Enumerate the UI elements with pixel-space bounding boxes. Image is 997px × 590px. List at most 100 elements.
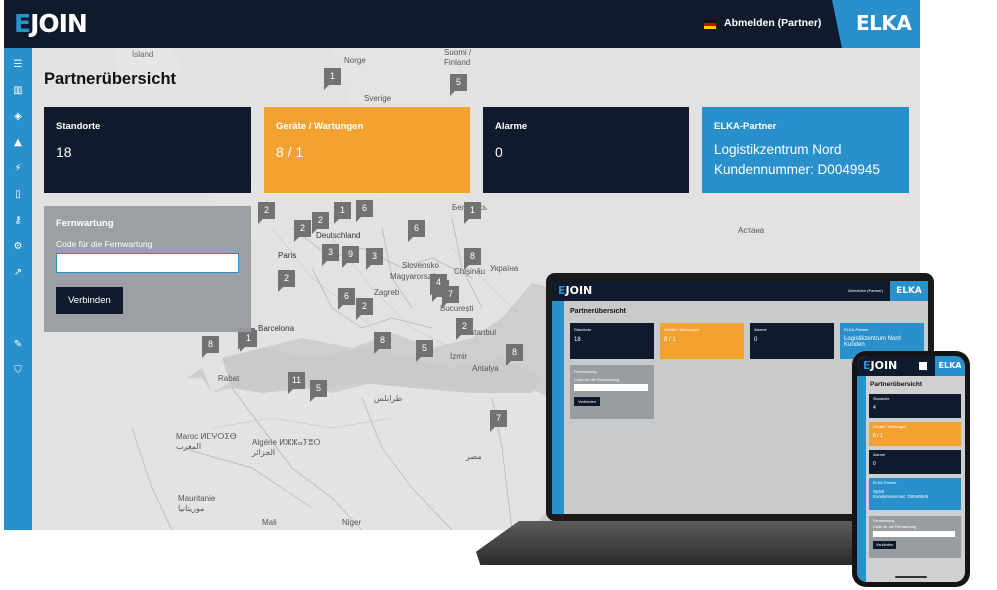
map-marker[interactable]: 2 [356,298,373,320]
card-locations[interactable]: Standorte 18 [44,107,251,193]
flash-icon[interactable]: ⚡ [11,162,25,176]
phone-card-partner[interactable]: ELKA-Partner SySS Kundennummer: D0049945 [869,478,961,510]
map-label: Mauritanie موريتانيا [178,494,216,513]
layers-icon[interactable]: ◈ [11,110,25,124]
partner-name: Logistikzentrum Nord [714,142,842,157]
connect-button[interactable]: Verbinden [574,397,601,406]
laptop-card-devices[interactable]: Geräte / Wartungen 8 / 1 [660,323,744,359]
remote-field-label: Code für die Fernwartung [873,525,917,529]
map-marker[interactable]: 3 [322,244,339,266]
edit-icon[interactable]: ✎ [11,338,25,352]
ejoin-logo[interactable]: EJOIN [14,9,88,38]
map-marker[interactable]: 8 [202,336,219,358]
map-marker[interactable]: 1 [324,68,341,90]
map-marker[interactable]: 2 [312,212,329,234]
remote-field-label: Code für die Fernwartung [56,239,153,249]
shield-icon[interactable]: ⛉ [11,364,25,378]
map-label: طرابلس [374,394,403,403]
sidebar: ☰ ▥ ◈ ▲ ⚡ ▯ ⚷ ⚙ ↗ ✎ ⛉ [4,48,32,530]
card-label: ELKA-Partner [844,327,869,332]
map-marker[interactable]: 8 [374,332,391,354]
card-sub: Kunden [844,342,865,348]
laptop-elka-logo: ELKA [890,281,928,301]
product-showcase: Ísland Norge Suomi / Finland Sverige Бел… [0,0,997,590]
phone-device: EJOIN ELKA Partnerübersicht Standorte 4 G… [852,351,970,587]
phone-screen: EJOIN ELKA Partnerübersicht Standorte 4 G… [857,356,965,582]
map-marker[interactable]: 1 [334,202,351,224]
map-marker[interactable]: 6 [356,200,373,222]
gear-icon[interactable]: ⚙ [11,240,25,254]
map-label: Algérie ⵍⵣⵣⴰⵢⴻⵔ الجزائر [252,438,321,457]
map-marker[interactable]: 5 [416,340,433,362]
map-marker[interactable]: 6 [338,288,355,310]
map-marker[interactable]: 1 [240,330,257,352]
logo-e: E [14,9,31,38]
phone-menu-icon[interactable] [919,362,927,370]
map-marker[interactable]: 5 [310,380,327,402]
map-marker[interactable]: 6 [408,220,425,242]
map-marker[interactable]: 2 [294,220,311,242]
map-marker[interactable]: 7 [490,410,507,432]
logout-link[interactable]: Abmelden (Partner) [724,17,821,29]
card-label: Standorte [574,327,592,332]
logo-e: E [558,284,566,297]
map-label: Астана [738,226,765,235]
elka-logo: ELKA [832,0,920,48]
map-marker[interactable]: 9 [342,246,359,268]
key-icon[interactable]: ⚷ [11,214,25,228]
card-label: Alarme [495,121,528,132]
logo-text: JOIN [565,284,593,297]
laptop-title: Partnerübersicht [570,308,627,315]
card-label: Geräte / Wartungen [276,121,364,132]
alarm-icon[interactable]: ▲ [11,136,25,150]
map-label: Suomi / Finland [444,48,472,67]
phone-card-devices[interactable]: Geräte / Wartungen 8 / 1 [869,422,961,446]
map-icon[interactable]: ▥ [11,84,25,98]
card-label: ELKA-Partner [714,121,777,132]
map-marker[interactable]: 11 [288,372,305,394]
device-icon[interactable]: ▯ [11,188,25,202]
logo-text: JOIN [30,9,88,38]
map-marker[interactable]: 7 [442,286,459,308]
laptop-topbar: EJOIN Abmelden (Partner) ELKA [552,281,928,301]
phone-card-locations[interactable]: Standorte 4 [869,394,961,418]
remote-title: Fernwartung [574,369,597,374]
map-label: Slovensko [402,261,439,270]
map-marker[interactable]: 2 [278,270,295,292]
laptop-remote-panel: Fernwartung Code für die Fernwartung Ver… [570,365,654,419]
remote-code-input[interactable] [56,253,239,273]
phone-elka-logo: ELKA [935,356,965,376]
phone-card-alarms[interactable]: Alarme 0 [869,450,961,474]
laptop-card-alarms[interactable]: Alarme 0 [750,323,834,359]
map-label: Norge [344,56,366,65]
map-marker[interactable]: 8 [464,248,481,270]
laptop-logout[interactable]: Abmelden (Partner) [848,288,883,293]
card-devices[interactable]: Geräte / Wartungen 8 / 1 [264,107,470,193]
external-link-icon[interactable]: ↗ [11,266,25,280]
map-marker[interactable]: 5 [450,74,467,96]
map-label: Chișinău [454,267,486,276]
map-marker[interactable]: 2 [258,202,275,224]
german-flag-icon[interactable] [704,20,716,29]
card-partner[interactable]: ELKA-Partner Logistikzentrum Nord Kunden… [702,107,909,193]
outline-icon[interactable]: ☰ [11,58,25,72]
map-marker[interactable]: 2 [456,318,473,340]
card-value: 18 [56,144,72,160]
map-marker[interactable]: 8 [506,344,523,366]
connect-button[interactable]: Verbinden [873,541,897,549]
map-label: Mali [262,518,277,527]
logo-e: E [863,359,871,372]
card-label: Geräte / Wartungen [873,425,907,429]
remote-code-input[interactable] [574,384,648,391]
map-label: Niger [342,518,362,527]
map-marker[interactable]: 1 [464,202,481,224]
card-value: 4 [873,405,876,411]
laptop-card-locations[interactable]: Standorte 18 [570,323,654,359]
card-alarms[interactable]: Alarme 0 [483,107,689,193]
map-label: Paris [278,251,297,260]
map-marker[interactable]: 3 [366,248,383,270]
remote-code-input[interactable] [873,531,955,537]
map-label: Maroc ⵍⵎⵖⵔⵉⴱ المغرب [176,432,237,451]
map-label: Україна [490,264,519,273]
connect-button[interactable]: Verbinden [56,287,123,314]
